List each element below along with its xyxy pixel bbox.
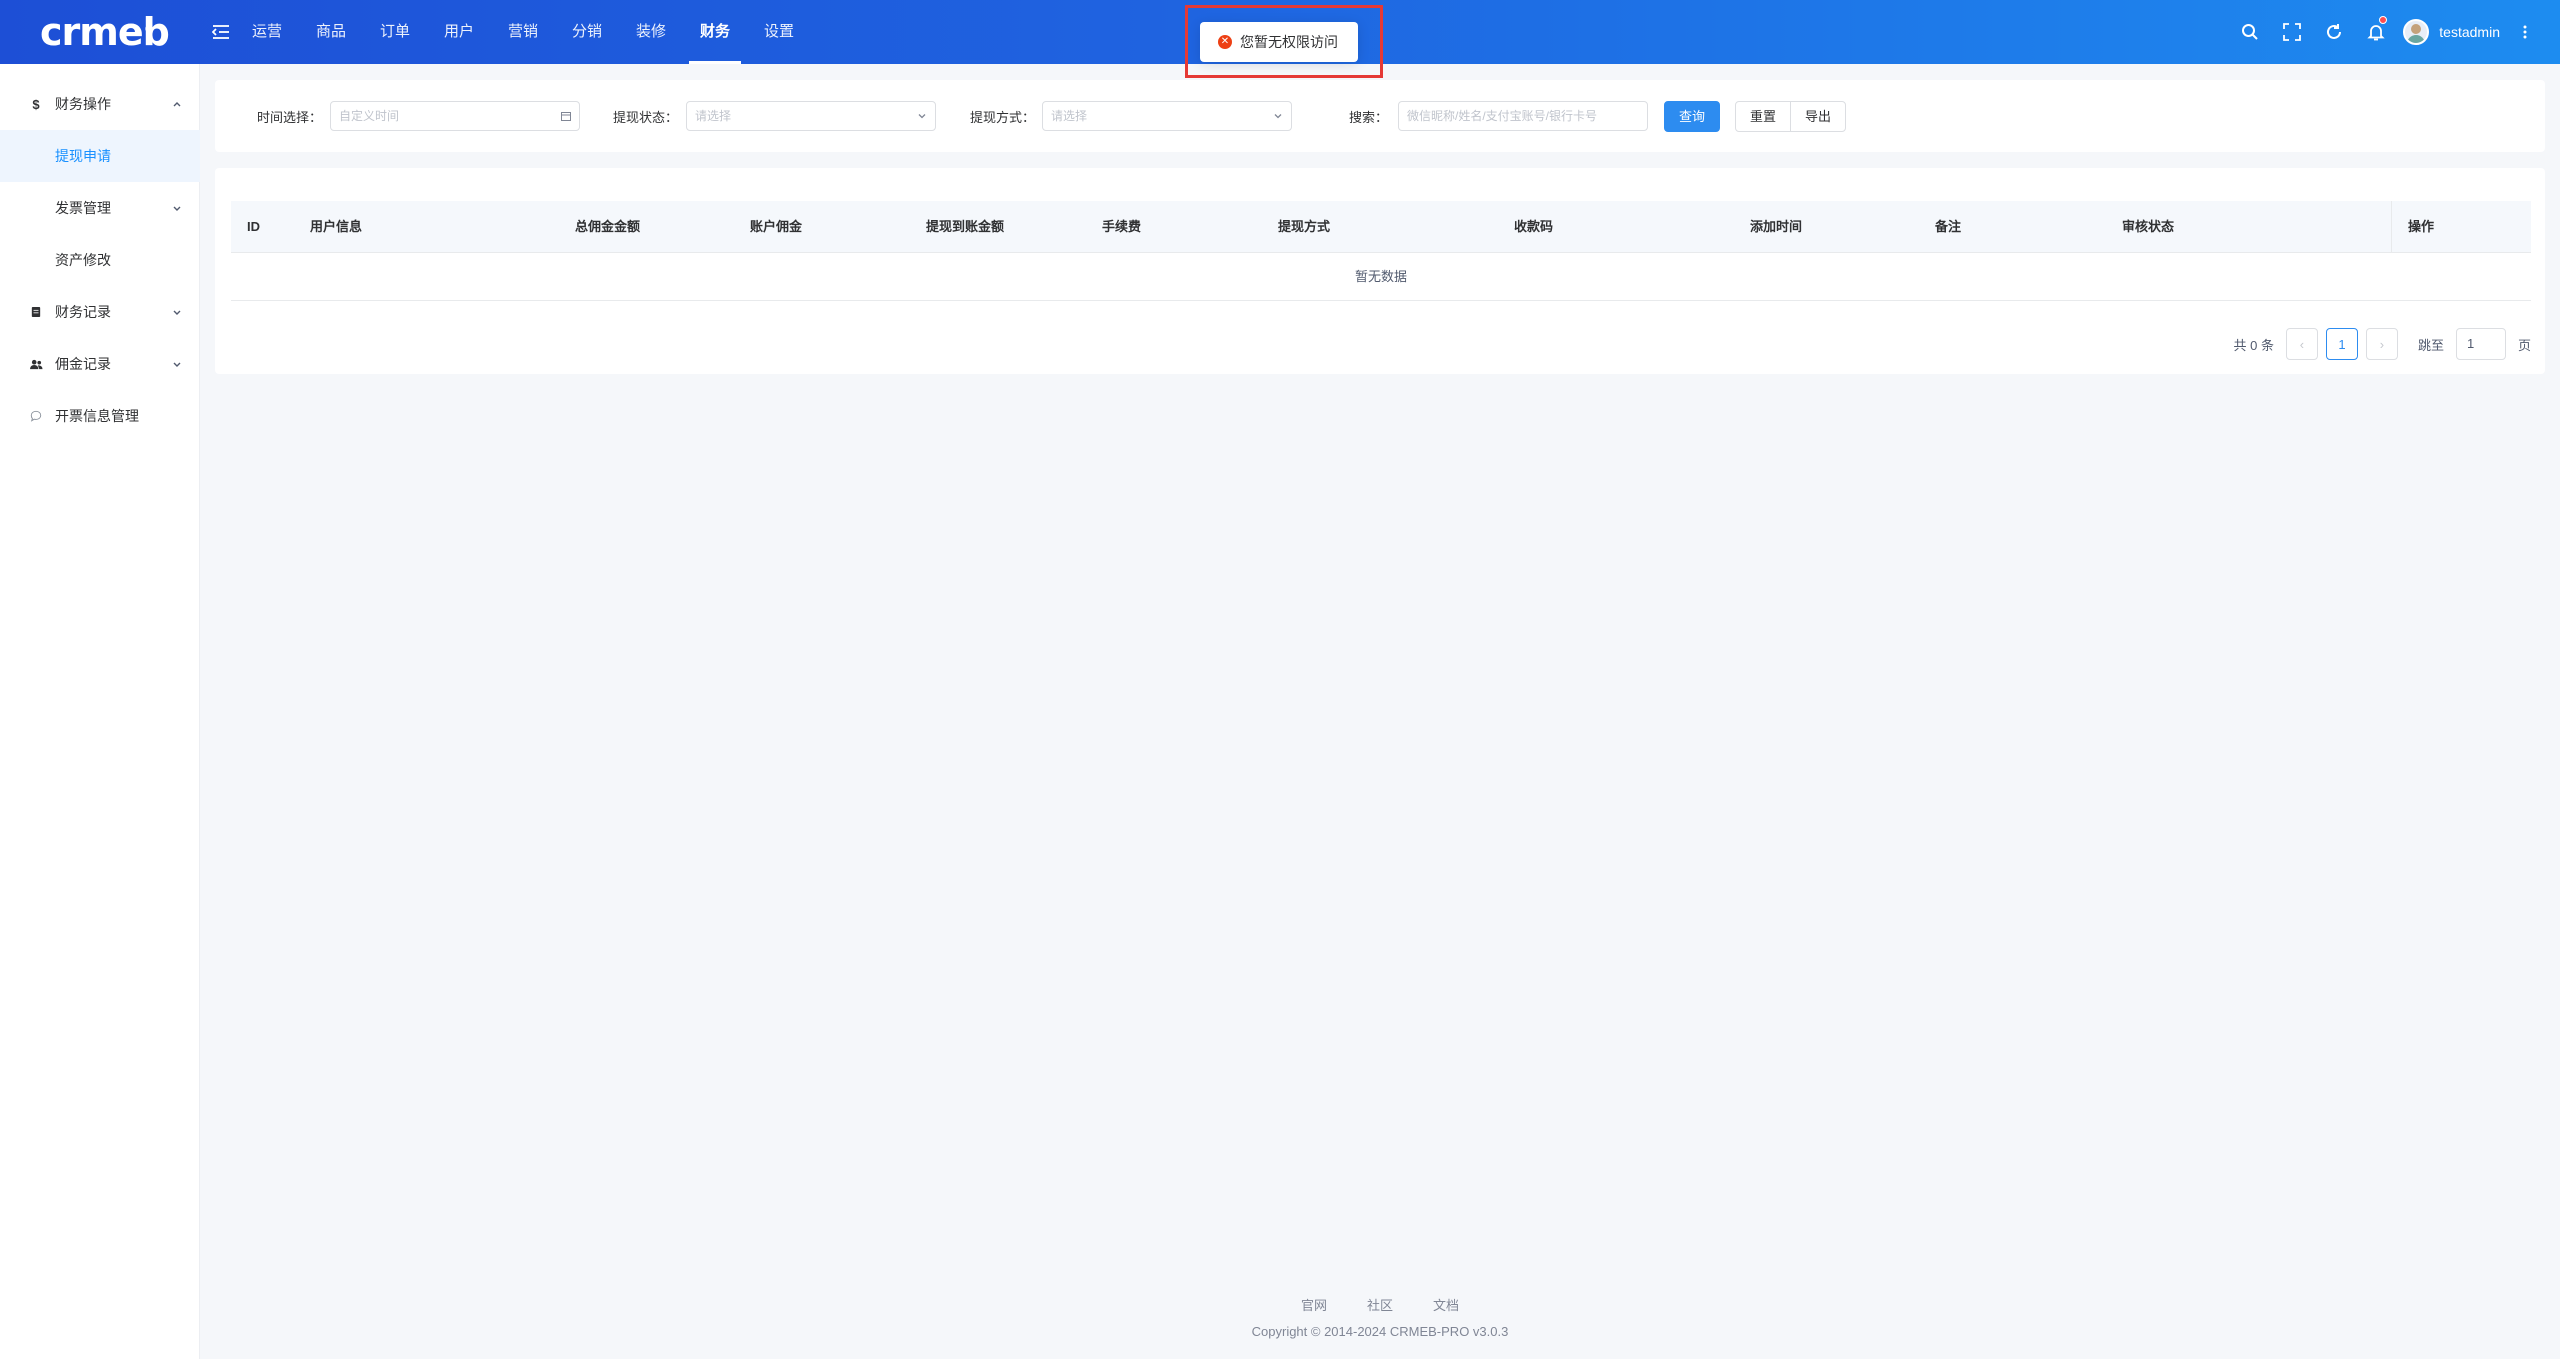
table-header: ID 用户信息 总佣金金额 账户佣金 提现到账金额 手续费 提现方式 收款码 添…	[231, 201, 2531, 253]
filter-form: 时间选择： 自定义时间 提现状态： 请选择 提现方式： 请选择 搜索： 微信昵称…	[215, 80, 2545, 152]
permission-toast: ✕ 您暂无权限访问	[1200, 22, 1358, 62]
page-button-1[interactable]: 1	[2325, 328, 2358, 360]
logo-mark: ®	[144, 25, 153, 35]
search-icon[interactable]	[2229, 0, 2271, 64]
status-filter-label: 提现状态：	[613, 110, 679, 125]
withdraw-table-card: ID 用户信息 总佣金金额 账户佣金 提现到账金额 手续费 提现方式 收款码 添…	[215, 168, 2545, 374]
reset-button[interactable]: 重置	[1735, 101, 1791, 132]
empty-table-text: 暂无数据	[231, 253, 2531, 301]
page-jump-input[interactable]: 1	[2455, 328, 2506, 360]
sidebar-item-invoice-mgmt[interactable]: 发票管理	[0, 182, 200, 234]
column-header-id: ID	[247, 219, 260, 234]
nav-finance[interactable]: 财务	[683, 0, 747, 64]
error-circle-icon: ✕	[1218, 35, 1232, 49]
column-header-payment-code: 收款码	[1514, 219, 1554, 234]
username: testadmin	[2439, 24, 2500, 40]
sidebar-item-label: 资产修改	[55, 252, 111, 268]
footer-link-docs[interactable]: 文档	[1433, 1295, 1459, 1314]
toast-message: 您暂无权限访问	[1240, 34, 1338, 50]
status-select-placeholder: 请选择	[695, 109, 732, 123]
calendar-icon	[561, 112, 571, 121]
sidebar-item-commission-records[interactable]: 佣金记录	[0, 338, 200, 390]
crmeb-logo[interactable]: crmeb ®	[40, 12, 170, 52]
search-placeholder: 微信昵称/姓名/支付宝账号/银行卡号	[1407, 109, 1598, 123]
column-header-added-time: 添加时间	[1750, 219, 1803, 234]
export-button[interactable]: 导出	[1790, 101, 1846, 132]
prev-page-button[interactable]: ‹	[2285, 328, 2318, 360]
nav-operations[interactable]: 运营	[235, 0, 299, 64]
sidebar-item-label: 开票信息管理	[55, 408, 139, 424]
sidebar: $ 财务操作 提现申请 发票管理 资产修改 财务记录 佣金记录 开票信息管理	[0, 64, 200, 1359]
sidebar-item-label: 提现申请	[55, 148, 111, 164]
ledger-icon	[29, 305, 43, 319]
column-header-fee: 手续费	[1102, 219, 1142, 234]
top-nav: 运营 商品 订单 用户 营销 分销 装修 财务 设置	[235, 0, 811, 64]
dollar-icon: $	[32, 96, 40, 112]
chat-bubble-icon	[29, 409, 43, 423]
total-count: 共 0 条	[2233, 337, 2274, 353]
footer-link-community[interactable]: 社区	[1367, 1295, 1393, 1314]
sidebar-item-invoice-info[interactable]: 开票信息管理	[0, 390, 200, 442]
notification-dot	[2379, 16, 2388, 24]
users-icon	[29, 357, 43, 371]
method-filter-label: 提现方式：	[970, 110, 1036, 125]
column-header-received-amount: 提现到账金额	[926, 219, 1005, 234]
sidebar-item-withdraw-apply[interactable]: 提现申请	[0, 130, 200, 182]
column-header-review-status: 审核状态	[2122, 219, 2175, 234]
chevron-down-icon	[173, 362, 181, 367]
chevron-left-icon: ‹	[2299, 336, 2305, 352]
column-header-actions: 操作	[2391, 201, 2531, 253]
header-tools: testadmin	[2229, 0, 2540, 64]
nav-distribution[interactable]: 分销	[555, 0, 619, 64]
fullscreen-icon[interactable]	[2271, 0, 2313, 64]
chevron-down-icon	[173, 310, 181, 315]
chevron-up-icon	[173, 102, 181, 107]
time-filter-label: 时间选择：	[257, 110, 323, 125]
nav-marketing[interactable]: 营销	[491, 0, 555, 64]
chevron-down-icon	[1274, 114, 1282, 119]
chevron-right-icon: ›	[2379, 336, 2385, 352]
refresh-icon[interactable]	[2313, 0, 2355, 64]
copyright-text: Copyright © 2014-2024 CRMEB-PRO v3.0.3	[1251, 1324, 1509, 1339]
nav-users[interactable]: 用户	[427, 0, 491, 64]
footer-links: 官网 社区 文档	[1230, 1295, 1530, 1314]
column-header-withdraw-method: 提现方式	[1278, 219, 1331, 234]
pagination: 共 0 条 ‹ 1 › 跳至 1 页	[2233, 328, 2531, 360]
jump-label: 跳至	[2417, 337, 2444, 353]
search-input[interactable]: 微信昵称/姓名/支付宝账号/银行卡号	[1398, 101, 1648, 131]
sidebar-item-label: 财务记录	[55, 304, 111, 320]
footer-link-official-site[interactable]: 官网	[1301, 1295, 1327, 1314]
sidebar-item-label: 财务操作	[55, 96, 111, 112]
column-header-total-commission: 总佣金金额	[575, 219, 641, 234]
sidebar-item-asset-edit[interactable]: 资产修改	[0, 234, 200, 286]
sidebar-item-finance-records[interactable]: 财务记录	[0, 286, 200, 338]
menu-collapse-icon[interactable]	[211, 22, 230, 42]
column-header-account-commission: 账户佣金	[750, 219, 803, 234]
sidebar-item-label: 佣金记录	[55, 356, 111, 372]
column-header-remark: 备注	[1935, 219, 1962, 234]
nav-decoration[interactable]: 装修	[619, 0, 683, 64]
nav-settings[interactable]: 设置	[747, 0, 811, 64]
nav-orders[interactable]: 订单	[363, 0, 427, 64]
next-page-button[interactable]: ›	[2365, 328, 2398, 360]
date-range-placeholder: 自定义时间	[339, 109, 400, 123]
column-header-user-info: 用户信息	[310, 219, 363, 234]
withdraw-method-select[interactable]: 请选择	[1042, 101, 1292, 131]
sidebar-item-label: 发票管理	[55, 200, 111, 216]
user-menu[interactable]: testadmin	[2403, 19, 2500, 45]
date-range-picker[interactable]: 自定义时间	[330, 101, 580, 131]
page-suffix: 页	[2517, 337, 2531, 353]
chevron-down-icon	[918, 114, 926, 119]
nav-products[interactable]: 商品	[299, 0, 363, 64]
avatar	[2403, 19, 2430, 45]
method-select-placeholder: 请选择	[1051, 109, 1088, 123]
more-vertical-icon[interactable]	[2510, 0, 2540, 64]
query-button[interactable]: 查询	[1664, 101, 1720, 132]
sidebar-item-finance-ops[interactable]: $ 财务操作	[0, 78, 200, 130]
chevron-down-icon	[173, 206, 181, 211]
notification-bell-icon[interactable]	[2355, 0, 2397, 64]
withdraw-status-select[interactable]: 请选择	[686, 101, 936, 131]
search-label: 搜索：	[1349, 110, 1389, 125]
